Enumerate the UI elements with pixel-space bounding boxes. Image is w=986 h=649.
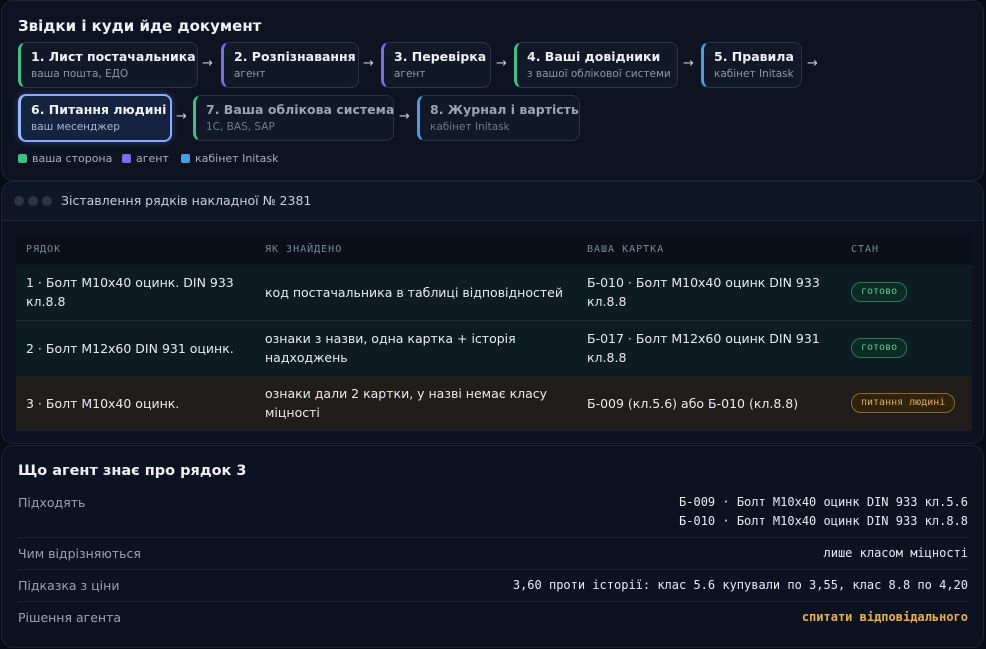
flow-step-journal-cost[interactable]: 8. Журнал і вартість кабінет Initask: [417, 95, 580, 141]
row-details-panel: Що агент знає про рядок 3 Підходять Б-00…: [1, 445, 984, 648]
legend-label: агент: [136, 152, 169, 165]
cell-card: Б-017 · Болт М12х60 оцинк DIN 931 кл.8.8: [587, 331, 820, 365]
arrow-right-icon: →: [202, 56, 213, 71]
flow-step-accounting-system[interactable]: 7. Ваша облікова система 1С, BAS, SAP: [193, 95, 394, 141]
decision-label: Рішення агента: [18, 610, 122, 625]
arrow-right-icon: →: [807, 56, 818, 71]
legend-swatch-icon: [122, 154, 131, 163]
flow-step-subtitle: ваш месенджер: [31, 121, 120, 133]
cell-line: 1 · Болт М10х40 оцинк. DIN 933 кл.8.8: [26, 275, 234, 309]
window-dot-icon[interactable]: [42, 196, 52, 206]
cell-line: 2 · Болт М12х60 DIN 931 оцинк.: [26, 341, 234, 356]
flow-step-subtitle: 1С, BAS, SAP: [206, 121, 275, 133]
flow-step-subtitle: ваша пошта, ЕДО: [31, 68, 129, 80]
flow-step-title: 1. Лист постачальника: [31, 49, 196, 64]
document-flow-panel: Звідки і куди йде документ 1. Лист поста…: [1, 0, 984, 181]
cell-how-found: ознаки дали 2 картки, у назві немає клас…: [265, 386, 548, 420]
window-dot-icon[interactable]: [14, 196, 24, 206]
flow-step-directories[interactable]: 4. Ваші довідники з вашої облікової сист…: [514, 42, 678, 88]
status-badge: готово: [851, 282, 908, 302]
invoice-matching-window: Зіставлення рядків накладної № 2381 РЯДО…: [1, 181, 984, 444]
cell-line: 3 · Болт М10х40 оцинк.: [26, 396, 180, 411]
legend-item-initask: кабінет Initask: [181, 152, 279, 165]
flow-step-question-to-human[interactable]: 6. Питання людині ваш месенджер: [18, 94, 172, 142]
fit-card-item: Б-009 · Болт М10х40 оцинк DIN 933 кл.5.6: [679, 495, 968, 509]
status-badge: готово: [851, 338, 908, 358]
column-header-status: СТАН: [851, 244, 880, 255]
flow-step-rules[interactable]: 5. Правила кабінет Initask: [701, 42, 802, 88]
window-title: Зіставлення рядків накладної № 2381: [61, 193, 312, 208]
legend-label: кабінет Initask: [195, 152, 279, 165]
legend-swatch-icon: [181, 154, 190, 163]
cell-how-found: ознаки з назви, одна картка + історія на…: [265, 331, 516, 365]
diff-label: Чим відрізняються: [18, 546, 141, 561]
column-header-line: РЯДОК: [26, 244, 62, 255]
flow-step-title: 6. Питання людині: [31, 102, 167, 117]
flow-step-title: 4. Ваші довідники: [527, 49, 661, 64]
flow-step-supplier-letter[interactable]: 1. Лист постачальника ваша пошта, ЕДО: [18, 42, 198, 88]
diff-value: лише класом міцності: [823, 546, 969, 560]
table-row[interactable]: 1 · Болт М10х40 оцинк. DIN 933 кл.8.8 ко…: [16, 265, 972, 320]
arrow-right-icon: →: [363, 56, 374, 71]
agent-decision-value: спитати відповідального: [801, 610, 968, 624]
flow-title: Звідки і куди йде документ: [18, 17, 262, 35]
legend-swatch-icon: [18, 154, 27, 163]
flow-step-subtitle: кабінет Initask: [714, 68, 794, 80]
arrow-right-icon: →: [683, 56, 694, 71]
flow-step-check[interactable]: 3. Перевірка агент: [381, 42, 491, 88]
fits-value: Б-009 · Болт М10х40 оцинк DIN 933 кл.5.6…: [679, 493, 968, 531]
table-row[interactable]: 2 · Болт М12х60 DIN 931 оцинк. ознаки з …: [16, 321, 972, 376]
table-header: РЯДОК ЯК ЗНАЙДЕНО ВАША КАРТКА СТАН: [16, 234, 972, 264]
flow-step-title: 8. Журнал і вартість: [430, 102, 579, 117]
price-hint-value: 3,60 проти історії: клас 5.6 купували по…: [512, 578, 968, 592]
flow-step-subtitle: агент: [234, 68, 266, 80]
divider: [18, 537, 968, 538]
flow-step-title: 3. Перевірка: [394, 49, 487, 64]
flow-step-title: 2. Розпізнавання: [234, 49, 356, 64]
arrow-right-icon: →: [399, 109, 410, 124]
flow-step-subtitle: з вашої облікової системи: [527, 68, 671, 80]
arrow-right-icon: →: [176, 109, 187, 124]
divider: [18, 601, 968, 602]
divider: [18, 569, 968, 570]
cell-how-found: код постачальника в таблиці відповідност…: [265, 285, 563, 300]
arrow-right-icon: →: [496, 56, 507, 71]
fits-label: Підходять: [18, 495, 86, 510]
column-header-how-found: ЯК ЗНАЙДЕНО: [265, 244, 343, 255]
legend-item-your-side: ваша сторона: [18, 152, 112, 165]
table-row[interactable]: 3 · Болт М10х40 оцинк. ознаки дали 2 кар…: [16, 376, 972, 431]
price-hint-label: Підказка з ціни: [18, 578, 120, 593]
flow-step-subtitle: агент: [394, 68, 426, 80]
flow-step-subtitle: кабінет Initask: [430, 121, 510, 133]
flow-step-title: 7. Ваша облікова система: [206, 102, 395, 117]
details-title: Що агент знає про рядок 3: [18, 463, 247, 479]
column-header-your-card: ВАША КАРТКА: [587, 244, 665, 255]
legend-item-agent: агент: [122, 152, 169, 165]
flow-step-recognition[interactable]: 2. Розпізнавання агент: [221, 42, 359, 88]
legend-label: ваша сторона: [32, 152, 113, 165]
fit-card-item: Б-010 · Болт М10х40 оцинк DIN 933 кл.8.8: [679, 514, 968, 528]
cell-card: Б-010 · Болт М10х40 оцинк DIN 933 кл.8.8: [587, 275, 820, 309]
status-badge: питання людині: [851, 393, 956, 413]
window-dot-icon[interactable]: [28, 196, 38, 206]
flow-step-title: 5. Правила: [714, 49, 794, 64]
window-titlebar: Зіставлення рядків накладної № 2381: [2, 182, 983, 221]
cell-card: Б-009 (кл.5.6) або Б-010 (кл.8.8): [587, 396, 799, 411]
